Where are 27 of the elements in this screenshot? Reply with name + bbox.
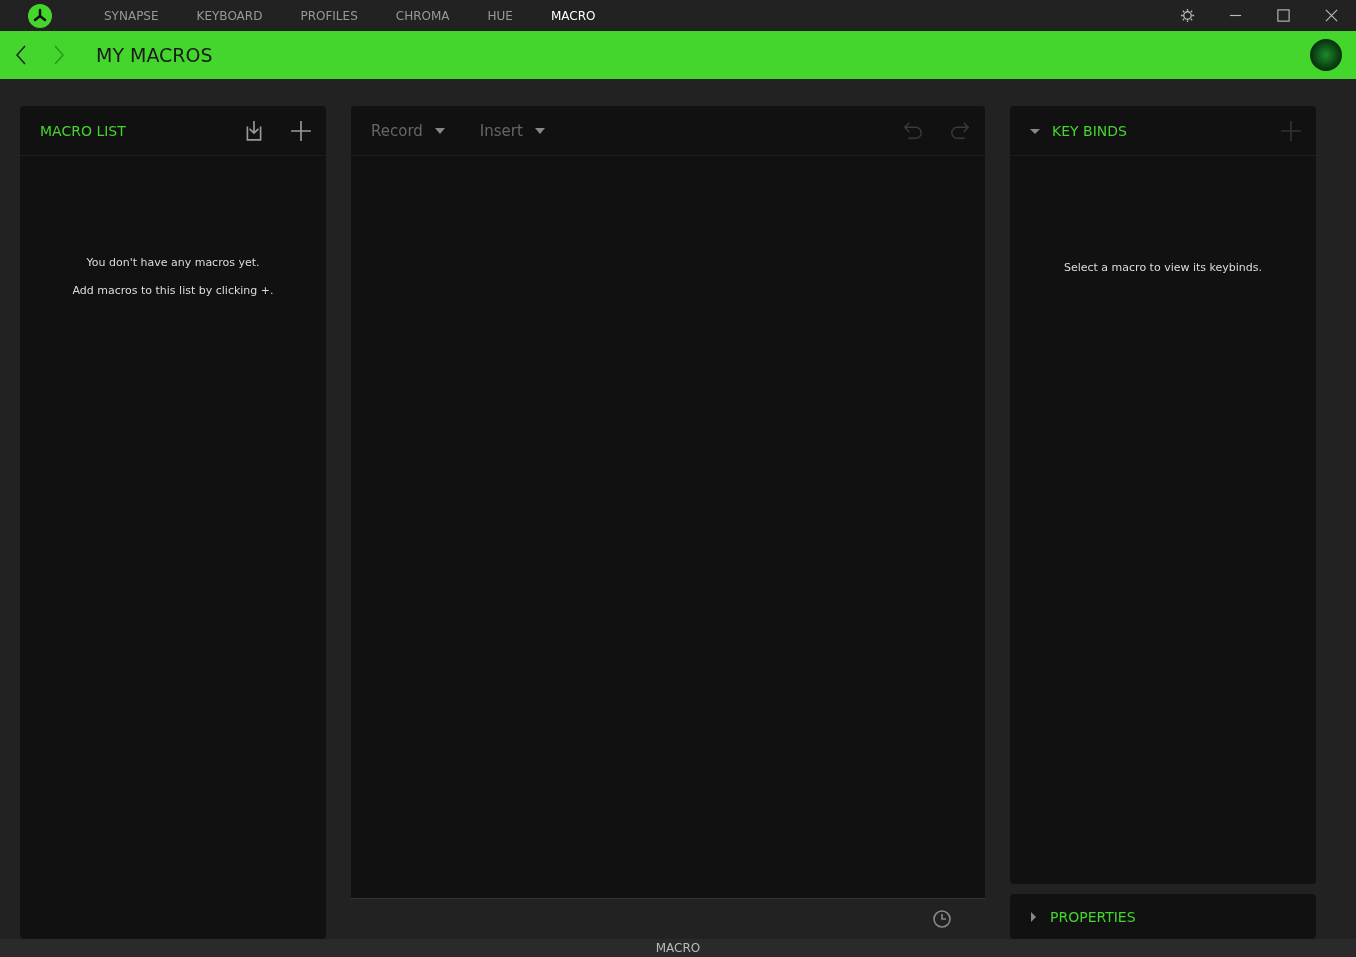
caret-icon bbox=[1028, 911, 1038, 922]
close-icon[interactable] bbox=[1324, 8, 1339, 23]
add-icon[interactable] bbox=[290, 119, 312, 142]
back-icon[interactable] bbox=[15, 45, 27, 65]
nav-tab[interactable]: KEYBOARD bbox=[196, 8, 263, 23]
section-toggle[interactable]: PROPERTIES bbox=[1028, 908, 1316, 925]
panel-title: MACRO LIST bbox=[40, 122, 126, 139]
caret-icon bbox=[434, 127, 445, 134]
maximize-icon[interactable] bbox=[1276, 8, 1291, 23]
nav-tab[interactable]: MACRO bbox=[550, 8, 596, 23]
nav-tab[interactable]: HUE bbox=[487, 8, 513, 23]
empty-message: You don't have any macros yet. bbox=[85, 256, 261, 269]
avatar-icon[interactable] bbox=[1310, 39, 1342, 71]
page-title: MY MACROS bbox=[96, 44, 213, 66]
logo-icon[interactable] bbox=[28, 3, 52, 28]
nav-tab[interactable]: PROFILES bbox=[300, 8, 358, 23]
caret-icon bbox=[534, 127, 545, 134]
section-toggle[interactable]: KEY BINDS bbox=[1030, 122, 1127, 139]
dropdown-menu[interactable]: Insert bbox=[479, 121, 545, 140]
settings-icon[interactable] bbox=[1180, 8, 1195, 23]
empty-message: Add macros to this list by clicking +. bbox=[71, 284, 275, 297]
footer-label: MACRO bbox=[655, 940, 701, 957]
nav-tab[interactable]: SYNAPSE bbox=[104, 8, 159, 23]
empty-message: Select a macro to view its keybinds. bbox=[1062, 261, 1264, 274]
dropdown-menu[interactable]: Record bbox=[371, 121, 445, 140]
clock-icon[interactable] bbox=[932, 909, 952, 929]
nav-tab[interactable]: CHROMA bbox=[395, 8, 450, 23]
